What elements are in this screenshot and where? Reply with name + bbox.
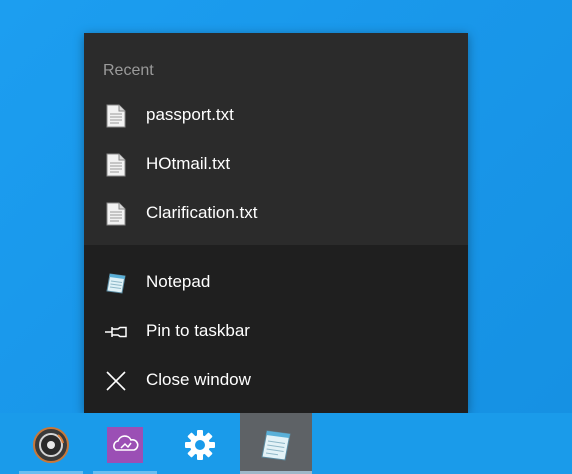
recent-item-hotmail[interactable]: HOtmail.txt [84,140,468,188]
text-file-icon [104,104,128,128]
jump-list: Recent passport.txt HOtmail.txt Clarific… [84,33,468,413]
recent-item-clarification[interactable]: Clarification.txt [84,189,468,237]
taskbar [0,413,572,474]
task-pin-to-taskbar[interactable]: Pin to taskbar [84,307,468,355]
text-file-icon [104,202,128,226]
taskbar-notepad-button[interactable] [240,413,312,474]
task-label: Close window [146,370,251,389]
close-icon [104,369,128,393]
taskbar-groove-music-button[interactable] [15,413,87,474]
recent-header: Recent [103,62,154,79]
task-close-window[interactable]: Close window [84,356,468,404]
tasks-section: Notepad Pin to taskbar Close window [84,245,468,413]
recent-item-label: HOtmail.txt [146,154,231,173]
text-file-icon [104,153,128,177]
taskbar-settings-button[interactable] [164,413,236,474]
recent-section: Recent passport.txt HOtmail.txt Clarific… [84,33,468,245]
notepad-icon [104,271,128,295]
notepad-icon [258,427,294,463]
settings-gear-icon [182,427,218,463]
task-open-notepad[interactable]: Notepad [84,258,468,306]
recent-item-label: passport.txt [146,105,234,124]
pin-icon [104,320,128,344]
groove-music-icon [33,427,69,463]
task-label: Pin to taskbar [146,321,250,340]
onenote-cloud-icon [107,427,143,463]
recent-item-passport[interactable]: passport.txt [84,91,468,139]
taskbar-onenote-button[interactable] [89,413,161,474]
task-label: Notepad [146,272,211,291]
recent-item-label: Clarification.txt [146,203,258,222]
